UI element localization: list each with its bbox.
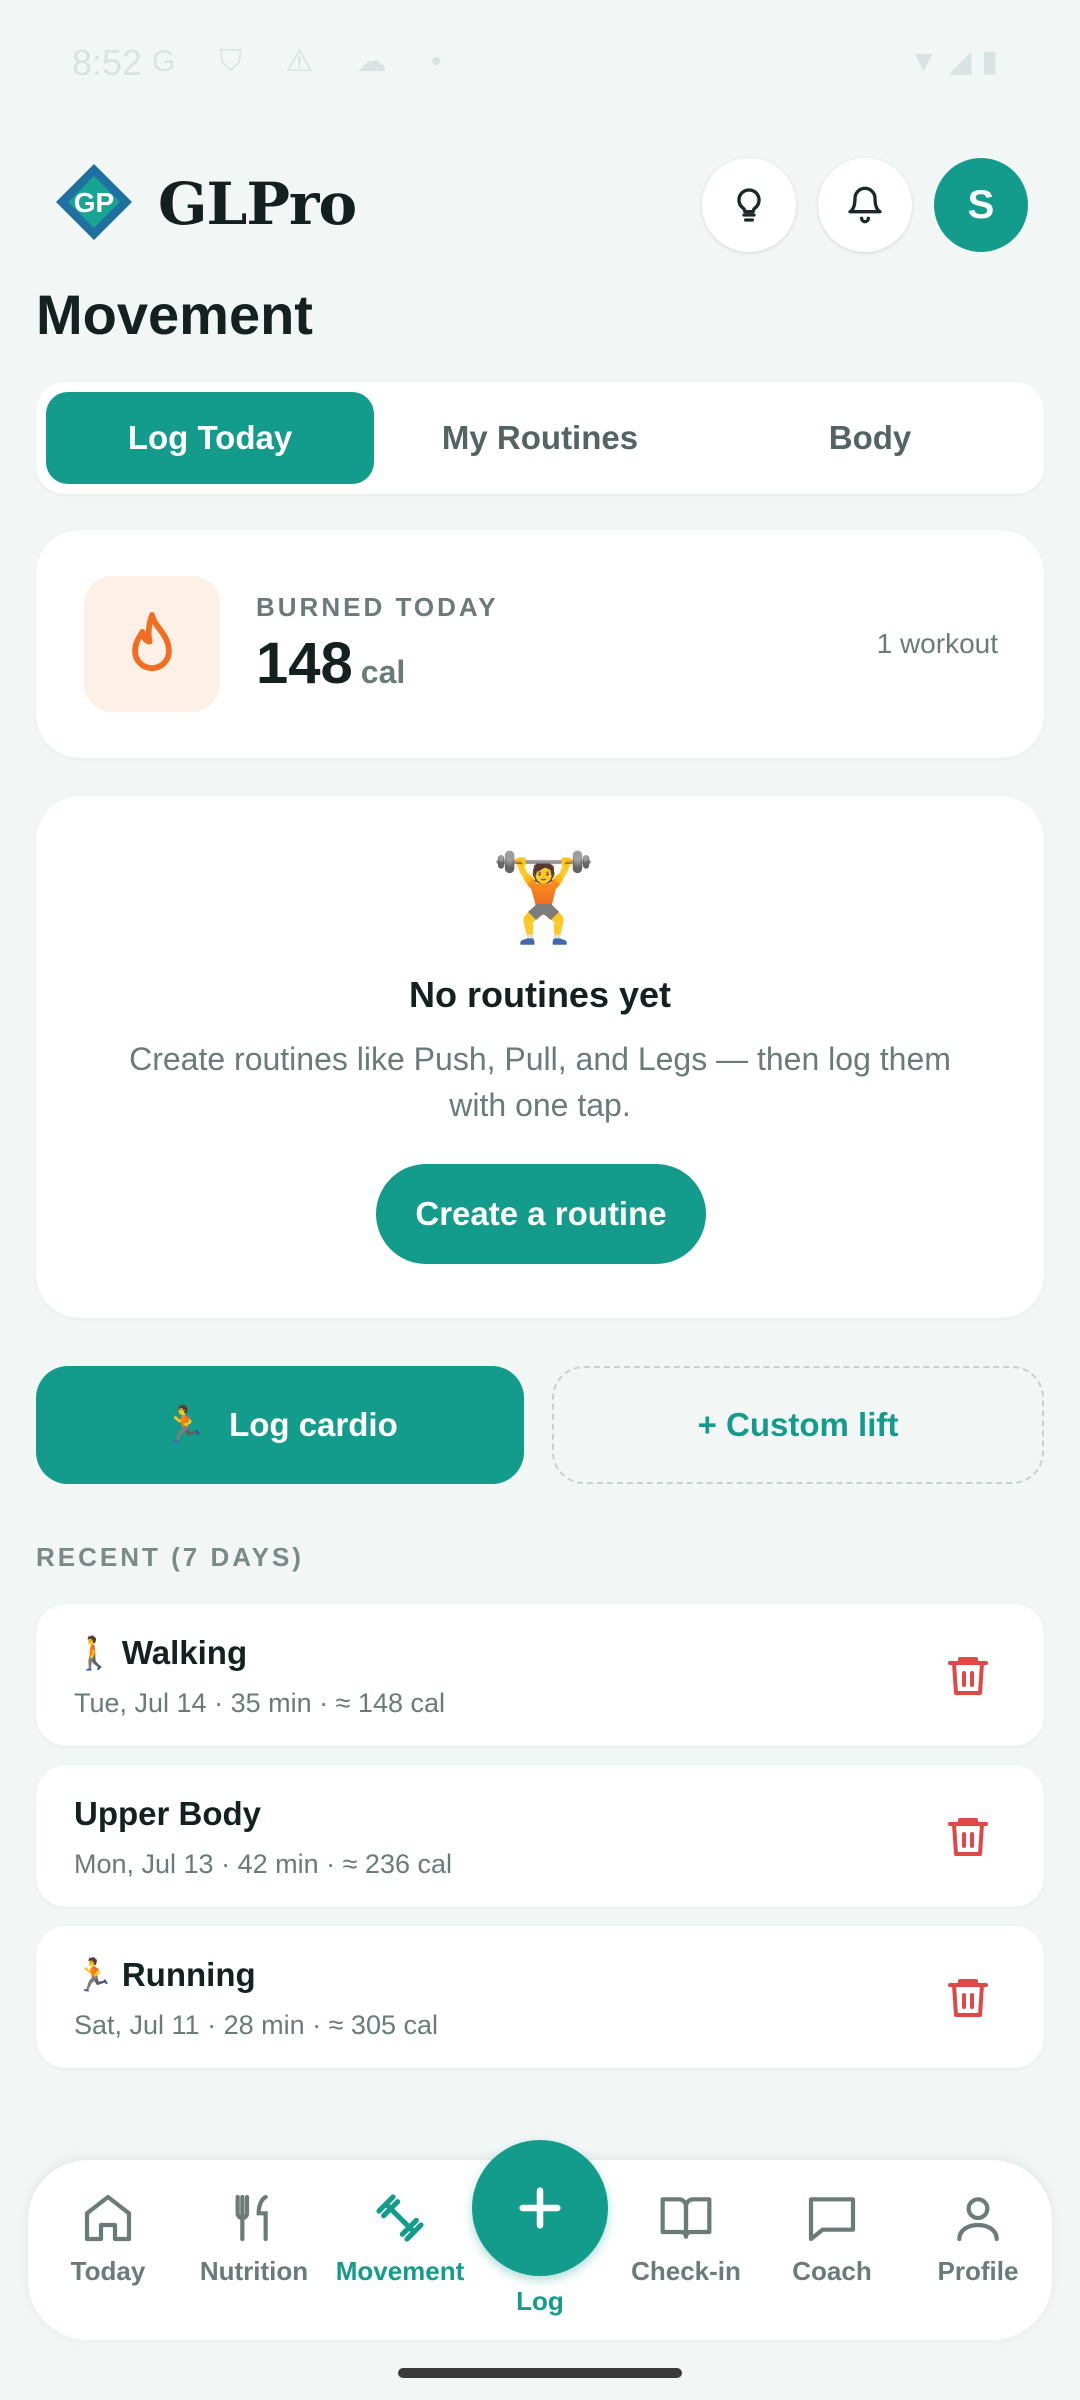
burned-value-line: 148 cal bbox=[256, 630, 405, 697]
log-fab-button[interactable] bbox=[472, 2140, 608, 2276]
log-cardio-label: Log cardio bbox=[229, 1406, 398, 1443]
workout-details: Tue, Jul 14 · 35 min · ≈ 148 cal bbox=[74, 1688, 445, 1718]
status-time: 8:52 bbox=[72, 42, 143, 83]
home-indicator[interactable] bbox=[398, 2368, 682, 2378]
walking-icon: 🚶 bbox=[74, 1635, 114, 1671]
workout-title: 🏃 Running bbox=[74, 1956, 256, 1993]
empty-title: No routines yet bbox=[408, 974, 672, 1015]
burned-value: 148 bbox=[256, 631, 353, 696]
avatar[interactable]: S bbox=[934, 158, 1028, 252]
nav-movement[interactable]: Movement bbox=[330, 2190, 470, 2310]
app-header: GP GLPro S bbox=[36, 150, 1044, 262]
person-icon bbox=[957, 2197, 999, 2242]
create-routine-button[interactable]: Create a routine bbox=[376, 1164, 706, 1264]
runner-icon: 🏃 bbox=[74, 1957, 114, 1993]
status-bar: 8:52 G ⛉ ⚠ ☁ • ▼◢▮ bbox=[0, 0, 1080, 130]
recent-workout-row[interactable]: Upper Body Mon, Jul 13 · 42 min · ≈ 236 … bbox=[36, 1765, 1044, 1907]
burned-label: BURNED TODAY bbox=[256, 592, 499, 622]
notifications-button[interactable] bbox=[818, 158, 912, 252]
fab-label: Log bbox=[516, 2286, 564, 2316]
routines-empty-card: 🏋️ No routines yet Create routines like … bbox=[36, 796, 1044, 1318]
weightlifter-icon: 🏋️ bbox=[490, 850, 598, 946]
burned-unit: cal bbox=[360, 654, 406, 690]
flame-icon bbox=[132, 612, 172, 672]
home-icon bbox=[84, 2194, 132, 2242]
workout-title: 🚶 Walking bbox=[74, 1634, 248, 1671]
bell-icon bbox=[848, 186, 882, 224]
burned-today-card: BURNED TODAY 148 cal 1 workout bbox=[36, 530, 1044, 758]
dumbbell-icon bbox=[376, 2194, 424, 2242]
workout-count: 1 workout bbox=[876, 628, 998, 659]
tips-button[interactable] bbox=[702, 158, 796, 252]
log-cardio-button[interactable]: 🏃 Log cardio bbox=[36, 1366, 524, 1484]
utensils-icon bbox=[235, 2194, 268, 2242]
custom-lift-button[interactable]: + Custom lift bbox=[552, 1366, 1044, 1484]
empty-description: Create routines like Push, Pull, and Leg… bbox=[129, 1041, 951, 1123]
nav-nutrition[interactable]: Nutrition bbox=[184, 2190, 324, 2310]
plus-icon bbox=[519, 2187, 561, 2229]
tab-my-routines[interactable]: My Routines bbox=[376, 392, 704, 484]
svg-text:GP: GP bbox=[74, 187, 114, 218]
nav-today[interactable]: Today bbox=[38, 2190, 178, 2310]
workout-details: Mon, Jul 13 · 42 min · ≈ 236 cal bbox=[74, 1849, 452, 1879]
chat-icon bbox=[808, 2197, 856, 2242]
app-logo-icon: GP bbox=[56, 164, 132, 240]
movement-tabs: Log Today My Routines Body bbox=[36, 382, 1044, 494]
page-title: Movement bbox=[36, 283, 313, 346]
workout-title: Upper Body bbox=[74, 1795, 262, 1832]
app-name: GLPro bbox=[158, 170, 357, 238]
status-system-icons: ▼◢▮ bbox=[908, 45, 1008, 78]
recent-heading: RECENT (7 DAYS) bbox=[36, 1542, 304, 1572]
recent-workout-row[interactable]: 🏃 Running Sat, Jul 11 · 28 min · ≈ 305 ca… bbox=[36, 1926, 1044, 2068]
tab-body[interactable]: Body bbox=[706, 392, 1034, 484]
trash-icon[interactable] bbox=[944, 1650, 992, 1700]
nav-profile[interactable]: Profile bbox=[908, 2190, 1048, 2310]
tab-log-today[interactable]: Log Today bbox=[46, 392, 374, 484]
book-icon bbox=[660, 2197, 712, 2239]
trash-icon[interactable] bbox=[944, 1972, 992, 2022]
flame-badge bbox=[84, 576, 220, 712]
workout-details: Sat, Jul 11 · 28 min · ≈ 305 cal bbox=[74, 2010, 438, 2040]
recent-workout-row[interactable]: 🚶 Walking Tue, Jul 14 · 35 min · ≈ 148 ca… bbox=[36, 1604, 1044, 1746]
nav-coach[interactable]: Coach bbox=[762, 2190, 902, 2310]
status-notification-icons: G ⛉ ⚠ ☁ • bbox=[152, 45, 460, 78]
nav-check-in[interactable]: Check-in bbox=[616, 2190, 756, 2310]
runner-icon: 🏃 bbox=[162, 1404, 208, 1445]
lightbulb-icon bbox=[737, 188, 761, 222]
trash-icon[interactable] bbox=[944, 1811, 992, 1861]
